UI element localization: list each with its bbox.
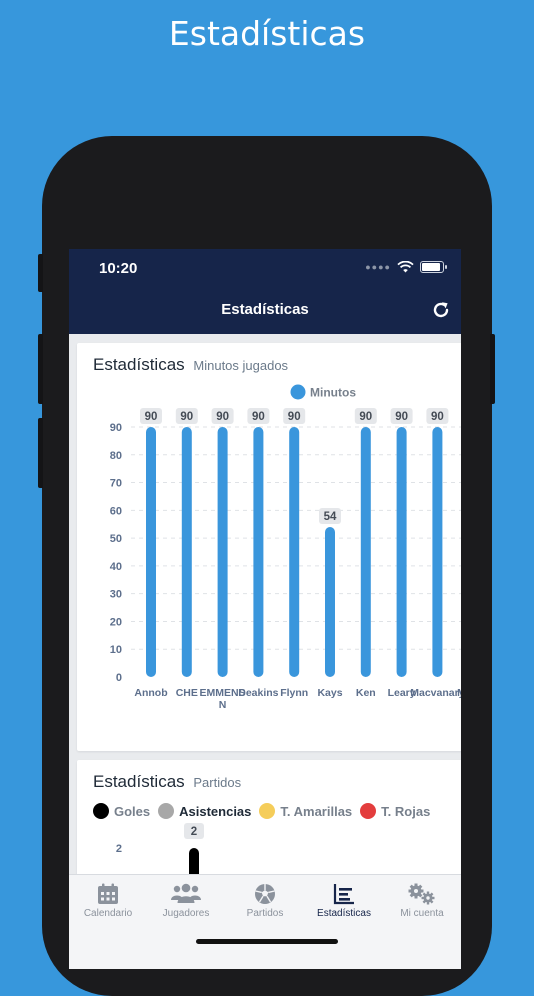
tab-label-jugadores: Jugadores xyxy=(162,908,210,919)
bar xyxy=(146,427,156,677)
signal-icon: ●●●● xyxy=(365,262,391,272)
chart-icon xyxy=(333,884,354,905)
tab-jugadores[interactable]: Jugadores xyxy=(147,883,225,919)
bar xyxy=(396,427,407,677)
minutes-chart: Minutos 0 10 20 30 40 50 60 70 80 90 90 90 90 90 90 54 90… xyxy=(110,384,461,711)
tab-label-estadisticas: Estadísticas xyxy=(317,908,371,919)
legend-label-minutos: Minutos xyxy=(310,386,356,400)
y-tick-label: 10 xyxy=(110,644,122,656)
tab-estadisticas[interactable]: Estadísticas xyxy=(305,883,383,919)
tab-mi-cuenta[interactable]: Mi cuenta xyxy=(383,883,461,919)
bar xyxy=(432,427,443,677)
x-tick-label: Mcvey xyxy=(457,687,461,699)
gears-icon xyxy=(408,883,435,905)
nav-title: Estadísticas xyxy=(221,301,309,318)
data-label: 2 xyxy=(191,826,197,838)
app-screen: 10:20 ●●●● Estadísticas Estadísticas Min… xyxy=(69,249,461,969)
battery-icon xyxy=(420,261,444,273)
x-tick-label: CHE xyxy=(176,687,198,699)
x-tick-label: Flynn xyxy=(280,687,308,699)
legend-dot-minutos xyxy=(290,384,306,400)
x-tick-label: Ken xyxy=(356,687,376,699)
app-header: 10:20 ●●●● Estadísticas xyxy=(69,249,461,334)
phone-volume-down-button xyxy=(38,418,43,488)
refresh-icon[interactable] xyxy=(431,300,451,320)
bar xyxy=(360,427,371,677)
bar xyxy=(217,427,228,677)
tab-partidos[interactable]: Partidos xyxy=(226,883,304,919)
phone-volume-up-button xyxy=(38,334,43,404)
tab-label-partidos: Partidos xyxy=(246,908,284,919)
data-label: 90 xyxy=(288,411,301,423)
data-label: 90 xyxy=(395,411,408,423)
y-tick-label: 30 xyxy=(110,589,122,601)
x-tick-label: N xyxy=(219,699,227,711)
calendar-icon xyxy=(98,883,118,904)
bar xyxy=(181,427,192,677)
promo-title: Estadísticas xyxy=(168,14,366,53)
y-tick-label: 20 xyxy=(110,616,122,628)
y-tick-label: 50 xyxy=(110,533,122,545)
y-tick-label: 60 xyxy=(110,505,122,517)
tab-calendario[interactable]: Calendario xyxy=(69,883,147,919)
bar xyxy=(325,527,335,677)
soccer-ball-icon xyxy=(255,884,275,904)
tab-bar: Calendario Jugadores Partidos Estadístic… xyxy=(69,874,461,969)
status-icons: ●●●● xyxy=(365,261,447,273)
tab-label-calendario: Calendario xyxy=(83,908,133,919)
bar xyxy=(253,427,264,677)
phone-power-button xyxy=(490,334,495,404)
x-tick-label: Macvanary xyxy=(410,687,461,699)
data-label: 90 xyxy=(252,411,265,423)
data-label: 90 xyxy=(180,411,193,423)
wifi-icon xyxy=(397,261,414,273)
status-time: 10:20 xyxy=(99,260,138,277)
home-indicator xyxy=(196,939,338,944)
users-icon xyxy=(171,883,201,903)
y-tick-label: 40 xyxy=(110,561,122,573)
y-tick-label: 0 xyxy=(116,672,122,684)
minutes-card: Estadísticas Minutos jugados Minutos 0 10 2… xyxy=(77,343,461,751)
data-label: 54 xyxy=(324,511,337,523)
tab-label-mi-cuenta: Mi cuenta xyxy=(400,908,444,919)
phone-mute-button xyxy=(38,254,43,292)
y-tick-label: 70 xyxy=(110,478,122,490)
x-tick-label: Deakins xyxy=(238,687,278,699)
bar xyxy=(289,427,300,677)
x-tick-label: Annob xyxy=(134,687,167,699)
data-label: 90 xyxy=(359,411,372,423)
data-label: 90 xyxy=(216,411,229,423)
battery-tip xyxy=(445,265,447,269)
x-tick-label: Kays xyxy=(317,687,342,699)
data-label: 90 xyxy=(145,411,158,423)
y-tick-label: 80 xyxy=(110,450,122,462)
y-tick-label: 90 xyxy=(110,422,122,434)
y-tick-label: 2 xyxy=(116,843,122,855)
data-label: 90 xyxy=(431,411,444,423)
